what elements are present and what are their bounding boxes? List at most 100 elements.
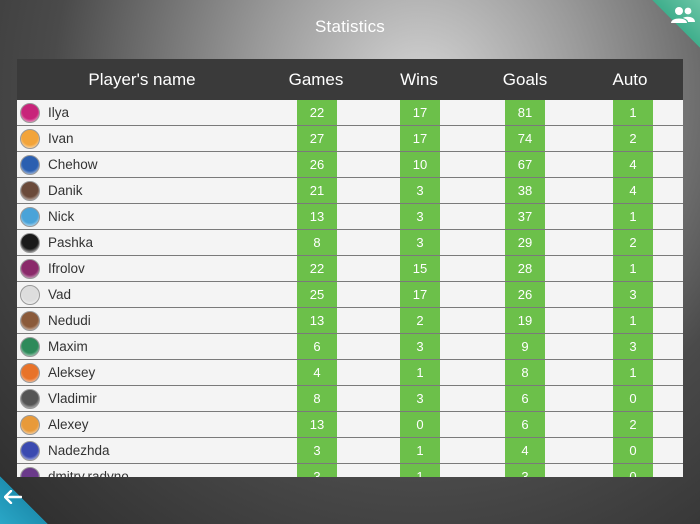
player-cell: Nedudi [17, 308, 267, 333]
player-name: Ilya [48, 105, 70, 120]
player-cell: Danik [17, 178, 267, 203]
avatar [20, 284, 40, 305]
player-name: Nadezhda [48, 443, 110, 458]
auto-cell: 4 [577, 178, 683, 203]
games-cell: 13 [267, 412, 365, 437]
player-name: Ifrolov [48, 261, 85, 276]
player-name: Ivan [48, 131, 74, 146]
auto-cell: 1 [577, 360, 683, 385]
player-name: Chehow [48, 157, 98, 172]
auto-value: 2 [613, 230, 653, 255]
goals-value: 67 [505, 152, 545, 177]
table-row[interactable]: Nick 13 3 37 1 [17, 204, 683, 230]
table-row[interactable]: Vad 25 17 26 3 [17, 282, 683, 308]
games-cell: 3 [267, 438, 365, 463]
table-row[interactable]: Nadezhda 3 1 4 0 [17, 438, 683, 464]
games-cell: 4 [267, 360, 365, 385]
wins-value: 17 [400, 282, 440, 307]
table-row[interactable]: Ilya 22 17 81 1 [17, 100, 683, 126]
auto-value: 4 [613, 178, 653, 203]
col-header-auto[interactable]: Auto [577, 70, 683, 90]
games-cell: 26 [267, 152, 365, 177]
auto-value: 1 [613, 204, 653, 229]
players-button[interactable] [652, 0, 700, 48]
games-value: 3 [297, 464, 337, 477]
avatar [20, 180, 40, 201]
auto-value: 2 [613, 126, 653, 151]
auto-cell: 1 [577, 256, 683, 281]
games-value: 21 [297, 178, 337, 203]
wins-value: 1 [400, 438, 440, 463]
goals-value: 29 [505, 230, 545, 255]
auto-value: 1 [613, 256, 653, 281]
wins-cell: 10 [365, 152, 473, 177]
wins-value: 3 [400, 334, 440, 359]
goals-cell: 4 [473, 438, 577, 463]
statistics-table[interactable]: Player's name Games Wins Goals Auto Ilya… [17, 59, 683, 477]
users-icon [671, 7, 695, 23]
player-cell: Pashka [17, 230, 267, 255]
wins-cell: 3 [365, 178, 473, 203]
games-value: 3 [297, 438, 337, 463]
auto-cell: 0 [577, 464, 683, 477]
games-value: 8 [297, 230, 337, 255]
table-row[interactable]: Alexey 13 0 6 2 [17, 412, 683, 438]
games-cell: 6 [267, 334, 365, 359]
goals-value: 3 [505, 464, 545, 477]
player-name: Vad [48, 287, 72, 302]
avatar [20, 310, 40, 331]
table-row[interactable]: Maxim 6 3 9 3 [17, 334, 683, 360]
player-name: Aleksey [48, 365, 96, 380]
col-header-wins[interactable]: Wins [365, 70, 473, 90]
player-name: Danik [48, 183, 83, 198]
wins-cell: 17 [365, 282, 473, 307]
wins-cell: 1 [365, 438, 473, 463]
auto-cell: 2 [577, 126, 683, 151]
table-row[interactable]: Danik 21 3 38 4 [17, 178, 683, 204]
goals-cell: 29 [473, 230, 577, 255]
games-cell: 27 [267, 126, 365, 151]
goals-cell: 28 [473, 256, 577, 281]
goals-cell: 74 [473, 126, 577, 151]
games-value: 26 [297, 152, 337, 177]
table-row[interactable]: Chehow 26 10 67 4 [17, 152, 683, 178]
avatar [20, 466, 40, 477]
goals-cell: 19 [473, 308, 577, 333]
back-arrow-icon [4, 490, 22, 504]
player-cell: dmitry.radyno [17, 464, 267, 477]
games-cell: 21 [267, 178, 365, 203]
avatar [20, 336, 40, 357]
auto-cell: 1 [577, 100, 683, 125]
table-row[interactable]: Pashka 8 3 29 2 [17, 230, 683, 256]
player-cell: Nadezhda [17, 438, 267, 463]
col-header-games[interactable]: Games [267, 70, 365, 90]
games-cell: 25 [267, 282, 365, 307]
goals-value: 74 [505, 126, 545, 151]
player-cell: Chehow [17, 152, 267, 177]
table-row[interactable]: Aleksey 4 1 8 1 [17, 360, 683, 386]
wins-cell: 17 [365, 100, 473, 125]
auto-value: 3 [613, 282, 653, 307]
games-cell: 22 [267, 100, 365, 125]
avatar [20, 102, 40, 123]
avatar [20, 362, 40, 383]
table-row[interactable]: Ifrolov 22 15 28 1 [17, 256, 683, 282]
wins-value: 1 [400, 360, 440, 385]
table-row[interactable]: Ivan 27 17 74 2 [17, 126, 683, 152]
games-cell: 3 [267, 464, 365, 477]
table-row[interactable]: dmitry.radyno 3 1 3 0 [17, 464, 683, 477]
wins-cell: 3 [365, 204, 473, 229]
avatar [20, 440, 40, 461]
goals-cell: 6 [473, 386, 577, 411]
col-header-goals[interactable]: Goals [473, 70, 577, 90]
wins-value: 17 [400, 126, 440, 151]
avatar [20, 154, 40, 175]
auto-cell: 2 [577, 230, 683, 255]
back-button[interactable] [0, 476, 48, 524]
table-row[interactable]: Nedudi 13 2 19 1 [17, 308, 683, 334]
table-row[interactable]: Vladimir 8 3 6 0 [17, 386, 683, 412]
wins-value: 15 [400, 256, 440, 281]
col-header-name[interactable]: Player's name [17, 70, 267, 90]
player-cell: Ilya [17, 100, 267, 125]
games-cell: 8 [267, 386, 365, 411]
